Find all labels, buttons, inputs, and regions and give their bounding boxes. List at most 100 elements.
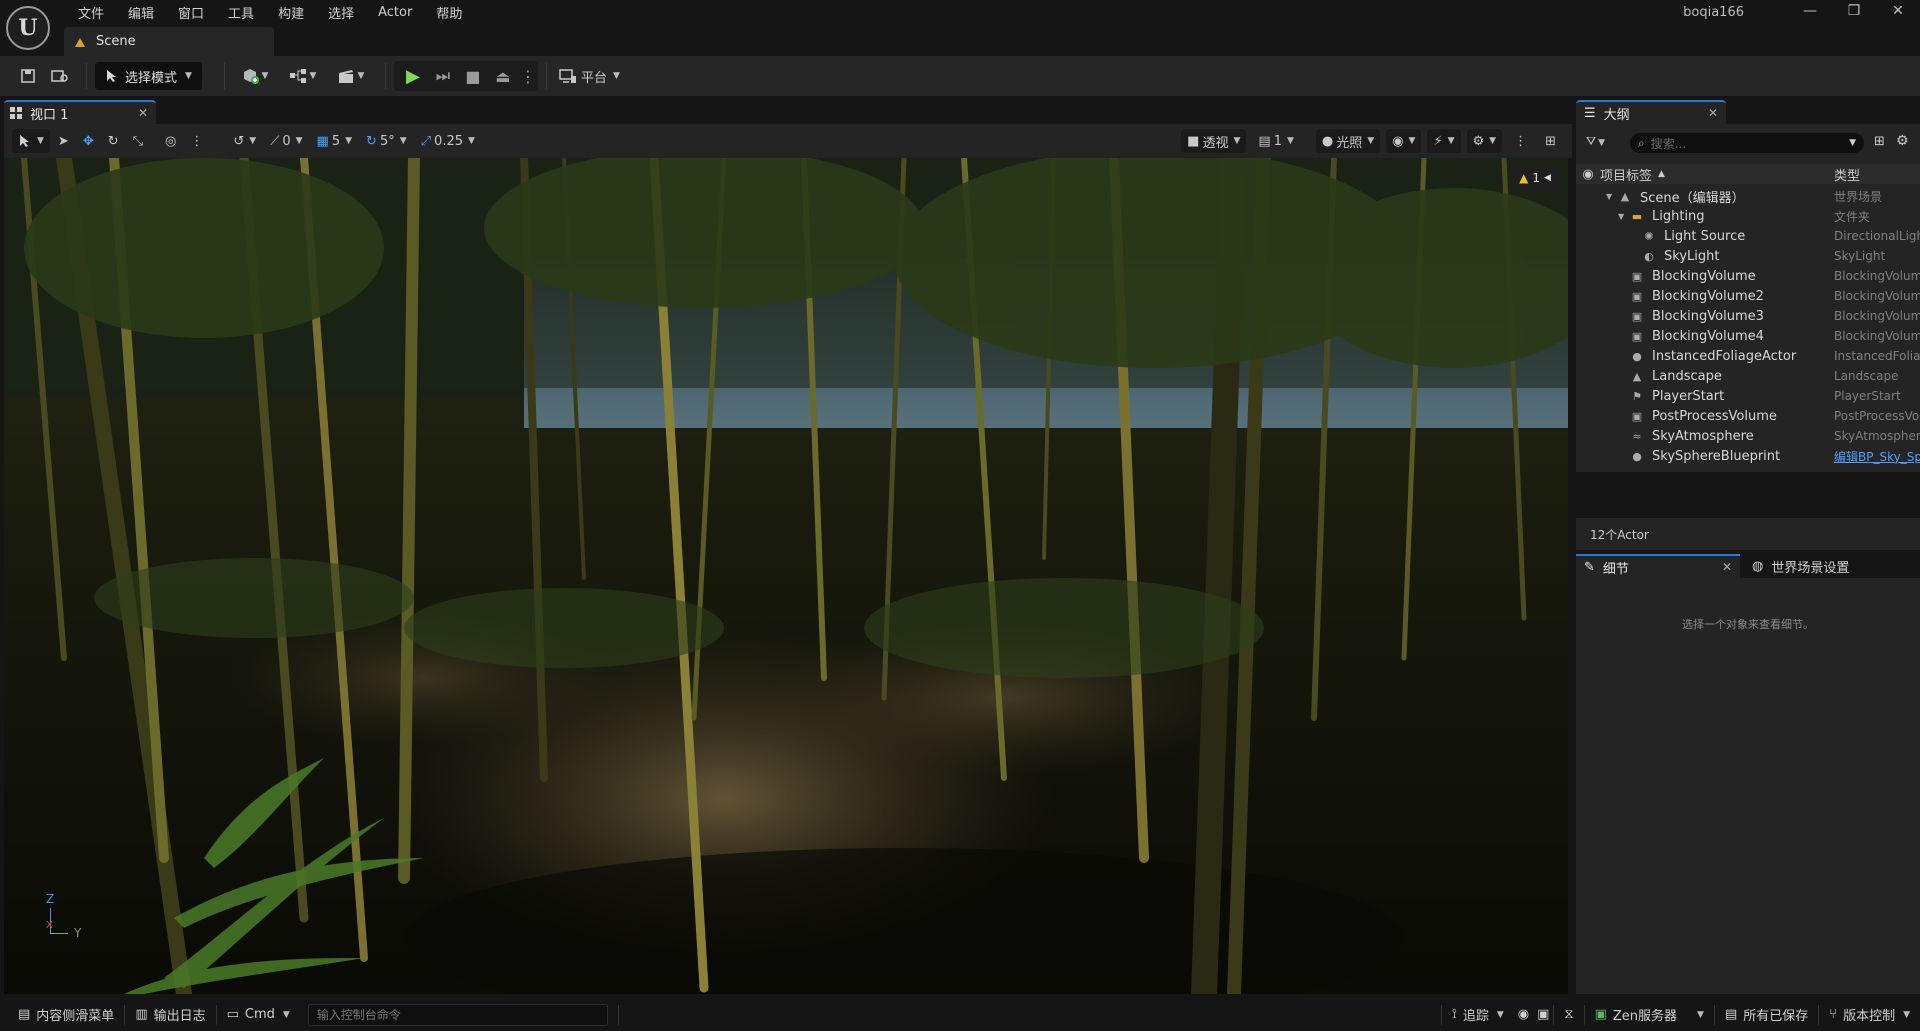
close-icon[interactable]: ✕ xyxy=(1708,106,1718,120)
viewport-options-button[interactable]: ▼ xyxy=(12,129,50,153)
platform-button[interactable]: 平台 ▼ xyxy=(555,62,624,90)
menu-window[interactable]: 窗口 xyxy=(166,3,216,22)
zen-server-button[interactable]: ▣ Zen服务器 ▼ xyxy=(1585,998,1714,1031)
new-folder-icon[interactable]: ⊞ xyxy=(1874,134,1885,149)
warning-badge[interactable]: ▲ 1 ◀ xyxy=(1512,166,1558,190)
more-options-icon[interactable]: ⋮ xyxy=(1508,129,1533,153)
outliner-row[interactable]: ▲ Landscape Landscape xyxy=(1576,366,1920,386)
outliner-search-input[interactable]: ⌕ 搜索... ▼ xyxy=(1630,133,1864,153)
camera-speed-button[interactable]: ▤ 1 ▼ xyxy=(1252,129,1300,153)
grid-icon: ▦ xyxy=(316,133,329,149)
cmd-selector[interactable]: ▭ Cmd ▼ xyxy=(217,998,300,1031)
outliner-row[interactable]: ⚑ PlayerStart PlayerStart xyxy=(1576,386,1920,406)
lit-mode-button[interactable]: ● 光照 ▼ xyxy=(1315,129,1381,153)
minimize-button[interactable]: — xyxy=(1788,0,1832,22)
console-command-input[interactable] xyxy=(307,1003,608,1026)
more-options-icon[interactable]: ⋮ xyxy=(520,67,536,86)
screenshot-icon[interactable]: ▣ xyxy=(1533,998,1553,1031)
save-icon[interactable] xyxy=(14,62,42,90)
viewport-canvas[interactable]: ▲ 1 ◀ Z X Y xyxy=(4,158,1568,994)
record-icon[interactable]: ◉ xyxy=(1514,998,1533,1031)
play-icon[interactable]: ▶ xyxy=(400,66,426,87)
cinematics-button[interactable]: ▼ xyxy=(329,62,373,90)
outliner-row[interactable]: ● InstancedFoliageActor InstancedFoliageAc… xyxy=(1576,346,1920,366)
toolbar-separator xyxy=(384,63,386,89)
world-local-toggle[interactable]: ◎ xyxy=(159,129,182,153)
blueprint-button[interactable]: ▼ xyxy=(281,62,325,90)
expand-arrow-icon[interactable]: ▼ xyxy=(1606,192,1618,201)
window-controls: — ❐ ✕ xyxy=(1788,0,1920,22)
column-label[interactable]: 项目标签 xyxy=(1600,165,1652,184)
step-icon[interactable]: ⏭ xyxy=(430,66,456,86)
visibility-eye-icon[interactable]: ◉ xyxy=(1576,167,1600,182)
content-drawer-button[interactable]: ▤ 内容侧滑菜单 xyxy=(8,998,124,1031)
hourglass-icon[interactable]: ⧖ xyxy=(1554,998,1583,1031)
actor-icon: ● xyxy=(1632,449,1642,463)
outliner-row[interactable]: ▣ PostProcessVolume PostProcessVolume xyxy=(1576,406,1920,426)
rotation-snap-button[interactable]: ↻ 5° ▼ xyxy=(360,129,413,153)
outliner-row[interactable]: ▣ BlockingVolume2 BlockingVolume xyxy=(1576,286,1920,306)
outliner-row[interactable]: ▣ BlockingVolume BlockingVolume xyxy=(1576,266,1920,286)
stop-icon[interactable]: ■ xyxy=(460,67,486,86)
menu-help[interactable]: 帮助 xyxy=(424,3,474,22)
trace-button[interactable]: ⟟ 追踪 ▼ xyxy=(1442,998,1514,1031)
menu-select[interactable]: 选择 xyxy=(316,3,366,22)
close-icon[interactable]: ✕ xyxy=(1722,560,1732,574)
browse-icon[interactable] xyxy=(46,62,74,90)
menu-edit[interactable]: 编辑 xyxy=(116,3,166,22)
column-type[interactable]: 类型 xyxy=(1834,165,1860,184)
show-flags-button[interactable]: ◉ ▼ xyxy=(1386,129,1422,153)
scale-icon: ⤡ xyxy=(132,133,144,149)
menu-tools[interactable]: 工具 xyxy=(216,3,266,22)
outliner-row[interactable]: ◐ SkyLight SkyLight xyxy=(1576,246,1920,266)
arrow-icon: ➤ xyxy=(57,133,69,149)
rotate-tool[interactable]: ↻ xyxy=(102,129,125,153)
outliner-row[interactable]: ▣ BlockingVolume4 BlockingVolume xyxy=(1576,326,1920,346)
volume-icon: ▣ xyxy=(1631,269,1643,283)
grid-snap-button[interactable]: ▦ 5 ▼ xyxy=(311,129,359,153)
revision-control-button[interactable]: ⑂ 版本控制 ▼ xyxy=(1819,998,1920,1031)
perspective-button[interactable]: ■ 透视 ▼ xyxy=(1181,129,1247,153)
translate-tool[interactable]: ✥ xyxy=(77,129,100,153)
angle-snap-button[interactable]: ⟋ 0 ▼ xyxy=(264,129,308,153)
outliner-tab[interactable]: ☰ 大纲 ✕ xyxy=(1576,100,1726,124)
level-tab[interactable]: Scene xyxy=(64,27,274,56)
restore-button[interactable]: ❐ xyxy=(1832,0,1876,22)
menu-build[interactable]: 构建 xyxy=(266,3,316,22)
world-settings-tab[interactable]: ◍ 世界场景设置 xyxy=(1744,554,1920,578)
outliner-row[interactable]: ▼ ▬ Lighting 文件夹 xyxy=(1576,206,1920,226)
scale-tool[interactable]: ⤡ xyxy=(127,129,149,153)
edit-blueprint-link[interactable]: 编辑BP_Sky_Sphere xyxy=(1834,448,1920,465)
viewport-tab[interactable]: 视口 1 ✕ xyxy=(4,100,156,124)
outliner-row[interactable]: ✺ Light Source DirectionalLight xyxy=(1576,226,1920,246)
outliner-row[interactable]: ▣ BlockingVolume3 BlockingVolume xyxy=(1576,306,1920,326)
menu-actor[interactable]: Actor xyxy=(366,5,424,20)
add-actor-button[interactable]: ▼ xyxy=(233,62,277,90)
performance-button[interactable]: ⚡ ▼ xyxy=(1427,129,1461,153)
layout-button[interactable]: ⊞ xyxy=(1539,129,1562,153)
outliner-row[interactable]: ● SkySphereBlueprint 编辑BP_Sky_Sphere xyxy=(1576,446,1920,466)
menu-file[interactable]: 文件 xyxy=(66,3,116,22)
surface-snap-button[interactable]: ↺ ▼ xyxy=(227,129,262,153)
output-log-button[interactable]: ▥ 输出日志 xyxy=(125,998,215,1031)
outliner-row[interactable]: ≈ SkyAtmosphere SkyAtmosphere xyxy=(1576,426,1920,446)
outliner-rows: ▼ ▲ Scene（编辑器） 世界场景 ▼ ▬ Lighting 文件夹 ✺ Light Sour… xyxy=(1576,186,1920,466)
chevron-down-icon: ▼ xyxy=(1697,1009,1704,1020)
unreal-logo-icon[interactable]: U xyxy=(6,6,50,50)
more-options-icon[interactable]: ⋮ xyxy=(184,129,209,153)
select-tool[interactable]: ➤ xyxy=(52,129,75,153)
outliner-row-type: SkyLight xyxy=(1834,249,1886,263)
outliner-row[interactable]: ▼ ▲ Scene（编辑器） 世界场景 xyxy=(1576,186,1920,206)
eject-icon[interactable]: ⏏ xyxy=(490,67,516,86)
close-window-button[interactable]: ✕ xyxy=(1876,0,1920,22)
all-saved-button[interactable]: ▤ 所有已保存 xyxy=(1715,998,1818,1031)
select-mode-button[interactable]: 选择模式 ▼ xyxy=(95,62,202,90)
close-icon[interactable]: ✕ xyxy=(138,106,148,120)
expand-arrow-icon[interactable]: ▼ xyxy=(1618,212,1630,221)
settings-button[interactable]: ⚙ ▼ xyxy=(1466,129,1503,153)
scale-snap-button[interactable]: ⤢ 0.25 ▼ xyxy=(415,129,481,153)
details-tab[interactable]: ✎ 细节 ✕ xyxy=(1576,554,1740,578)
world-icon: ▲ xyxy=(1620,189,1630,203)
filter-button[interactable]: ⛛ ▼ xyxy=(1586,134,1605,149)
gear-icon[interactable]: ⚙ xyxy=(1896,133,1909,149)
